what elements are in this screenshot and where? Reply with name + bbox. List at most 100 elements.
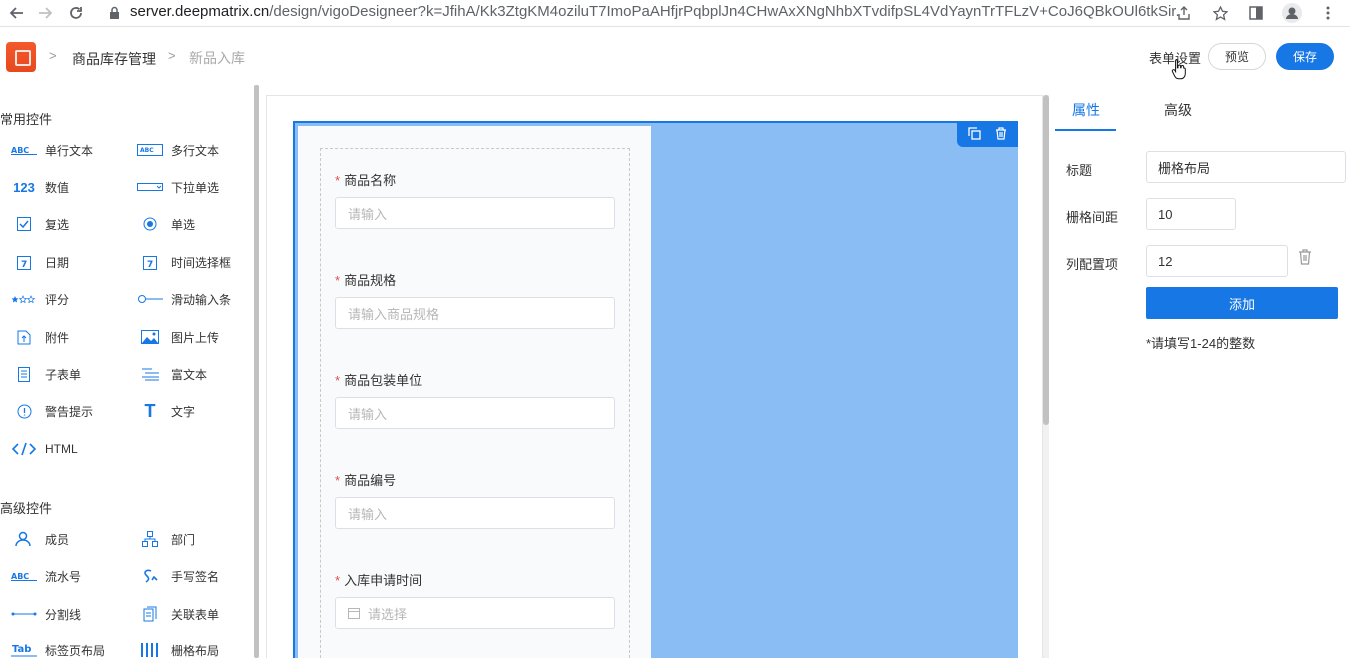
control-tab-layout[interactable]: Tab 标签页布局 <box>11 640 105 658</box>
grid-layout-block[interactable]: * 商品名称 请输入 * 商品规格 请输入商品规格 * 商品包装单位 请输入 * 商品编… <box>293 121 1018 658</box>
palette-scrollbar[interactable] <box>254 85 259 658</box>
control-multi-line-text[interactable]: ABC 多行文本 <box>137 140 219 160</box>
trash-icon[interactable] <box>1298 249 1312 265</box>
html-icon <box>11 441 37 457</box>
member-icon <box>11 531 37 547</box>
divider-icon <box>11 606 37 622</box>
tab-advanced[interactable]: 高级 <box>1164 100 1192 120</box>
breadcrumb-app[interactable]: 商品库存管理 <box>72 49 156 69</box>
field-label-request-time: * 入库申请时间 <box>335 573 423 588</box>
save-button[interactable]: 保存 <box>1276 43 1334 70</box>
department-icon <box>137 531 163 547</box>
serial-icon: ABC <box>11 568 37 584</box>
signature-icon <box>137 568 163 584</box>
subform-icon <box>11 366 37 382</box>
control-dropdown[interactable]: 下拉单选 <box>137 177 219 197</box>
address-bar[interactable]: server.deepmatrix.cn/design/vigoDesignee… <box>130 3 1180 20</box>
field-label-package-unit: * 商品包装单位 <box>335 373 423 388</box>
breadcrumb-page: 新品入库 <box>189 50 245 66</box>
forward-arrow-icon[interactable] <box>34 2 56 24</box>
slider-icon <box>137 291 163 307</box>
product-spec-input[interactable]: 请输入商品规格 <box>335 297 615 329</box>
grid-column-dropzone[interactable]: * 商品名称 请输入 * 商品规格 请输入商品规格 * 商品包装单位 请输入 * 商品编… <box>320 148 630 658</box>
tab-active-indicator <box>1055 129 1116 131</box>
star-icon <box>11 291 37 307</box>
control-alert[interactable]: 警告提示 <box>11 401 93 421</box>
canvas-scrollbar[interactable] <box>1043 95 1049 658</box>
tab-properties[interactable]: 属性 <box>1072 100 1100 120</box>
control-grid-layout[interactable]: 栅格布局 <box>137 640 219 658</box>
more-menu-icon[interactable] <box>1318 3 1338 23</box>
control-member[interactable]: 成员 <box>11 529 69 549</box>
copy-icon[interactable] <box>968 127 981 143</box>
request-time-picker[interactable]: 请选择 <box>335 597 615 629</box>
column-config-input[interactable]: 12 <box>1146 245 1288 277</box>
grid-layout-icon <box>137 642 163 658</box>
attachment-icon <box>11 329 37 345</box>
title-input[interactable]: 栅格布局 <box>1146 151 1346 183</box>
properties-panel: 属性 高级 标题 栅格布局 栅格间距 10 列配置项 12 添加 *请填写1-2… <box>1055 85 1350 658</box>
common-controls-title: 常用控件 <box>0 112 53 127</box>
control-palette: 常用控件 ABC 单行文本 ABC 多行文本 123 数值 下拉单选 复选 单选 7日… <box>0 85 253 658</box>
add-column-button[interactable]: 添加 <box>1146 287 1338 319</box>
radio-icon <box>137 216 163 232</box>
hand-cursor-icon <box>1171 59 1186 80</box>
richtext-icon <box>137 366 163 382</box>
star-bookmark-icon[interactable] <box>1210 3 1230 23</box>
checkbox-icon <box>11 216 37 232</box>
control-slider[interactable]: 滑动输入条 <box>137 289 231 309</box>
gutter-label: 栅格间距 <box>1066 210 1119 225</box>
grid-column[interactable]: * 商品名称 请输入 * 商品规格 请输入商品规格 * 商品包装单位 请输入 * 商品编… <box>298 126 651 658</box>
gutter-input[interactable]: 10 <box>1146 198 1236 230</box>
control-divider[interactable]: 分割线 <box>11 604 81 624</box>
app-header: > 商品库存管理 > 新品入库 表单设置 预览 保存 <box>0 28 1350 84</box>
svg-text:Tab: Tab <box>12 644 31 655</box>
column-hint: *请填写1-24的整数 <box>1146 336 1256 351</box>
control-time-picker[interactable]: 7 时间选择框 <box>137 252 231 272</box>
dropdown-icon <box>137 179 163 195</box>
control-text[interactable]: T 文字 <box>137 401 196 421</box>
form-canvas: * 商品名称 请输入 * 商品规格 请输入商品规格 * 商品包装单位 请输入 * 商品编… <box>266 95 1043 658</box>
canvas-scroll-thumb[interactable] <box>1043 95 1049 425</box>
back-arrow-icon[interactable] <box>6 2 28 24</box>
control-linked-form[interactable]: 关联表单 <box>137 604 219 624</box>
url-path: /design/vigoDesigneer?k=JfihA/Kk3ZtgKM4o… <box>269 3 1180 20</box>
control-html[interactable]: HTML <box>11 439 78 459</box>
number-icon: 123 <box>13 179 35 195</box>
product-name-input[interactable]: 请输入 <box>335 197 615 229</box>
chevron-right-icon: > <box>168 48 176 63</box>
product-code-input[interactable]: 请输入 <box>335 497 615 529</box>
control-rich-text[interactable]: 富文本 <box>137 364 207 384</box>
reload-icon[interactable] <box>65 2 87 24</box>
control-date[interactable]: 7 日期 <box>11 252 69 272</box>
grid-toolbar <box>957 123 1018 147</box>
control-department[interactable]: 部门 <box>137 529 195 549</box>
column-config-label: 列配置项 <box>1066 257 1119 272</box>
preview-button[interactable]: 预览 <box>1208 43 1266 70</box>
svg-text:ABC: ABC <box>11 572 29 581</box>
profile-avatar-icon[interactable] <box>1282 3 1302 23</box>
control-signature[interactable]: 手写签名 <box>137 566 219 586</box>
app-logo-icon[interactable] <box>6 42 36 72</box>
date-icon: 7 <box>11 254 37 270</box>
browser-toolbar: server.deepmatrix.cn/design/vigoDesignee… <box>0 0 1350 27</box>
control-single-line-text[interactable]: ABC 单行文本 <box>11 140 93 160</box>
svg-text:7: 7 <box>147 260 153 270</box>
field-label-product-spec: * 商品规格 <box>335 273 397 288</box>
control-attachment[interactable]: 附件 <box>11 327 69 347</box>
svg-text:ABC: ABC <box>11 146 29 155</box>
abc-multiline-icon: ABC <box>137 142 163 158</box>
sidebar-toggle-icon[interactable] <box>1246 3 1266 23</box>
lock-icon <box>110 6 119 19</box>
control-image-upload[interactable]: 图片上传 <box>137 327 219 347</box>
control-serial-number[interactable]: ABC 流水号 <box>11 566 81 586</box>
control-radio[interactable]: 单选 <box>137 214 195 234</box>
control-rating[interactable]: 评分 <box>11 289 69 309</box>
package-unit-input[interactable]: 请输入 <box>335 397 615 429</box>
control-subform[interactable]: 子表单 <box>11 364 81 384</box>
control-number[interactable]: 123 数值 <box>11 177 69 197</box>
delete-icon[interactable] <box>995 127 1007 143</box>
share-icon[interactable] <box>1174 3 1194 23</box>
control-checkbox[interactable]: 复选 <box>11 214 69 234</box>
field-label-product-code: * 商品编号 <box>335 473 397 488</box>
